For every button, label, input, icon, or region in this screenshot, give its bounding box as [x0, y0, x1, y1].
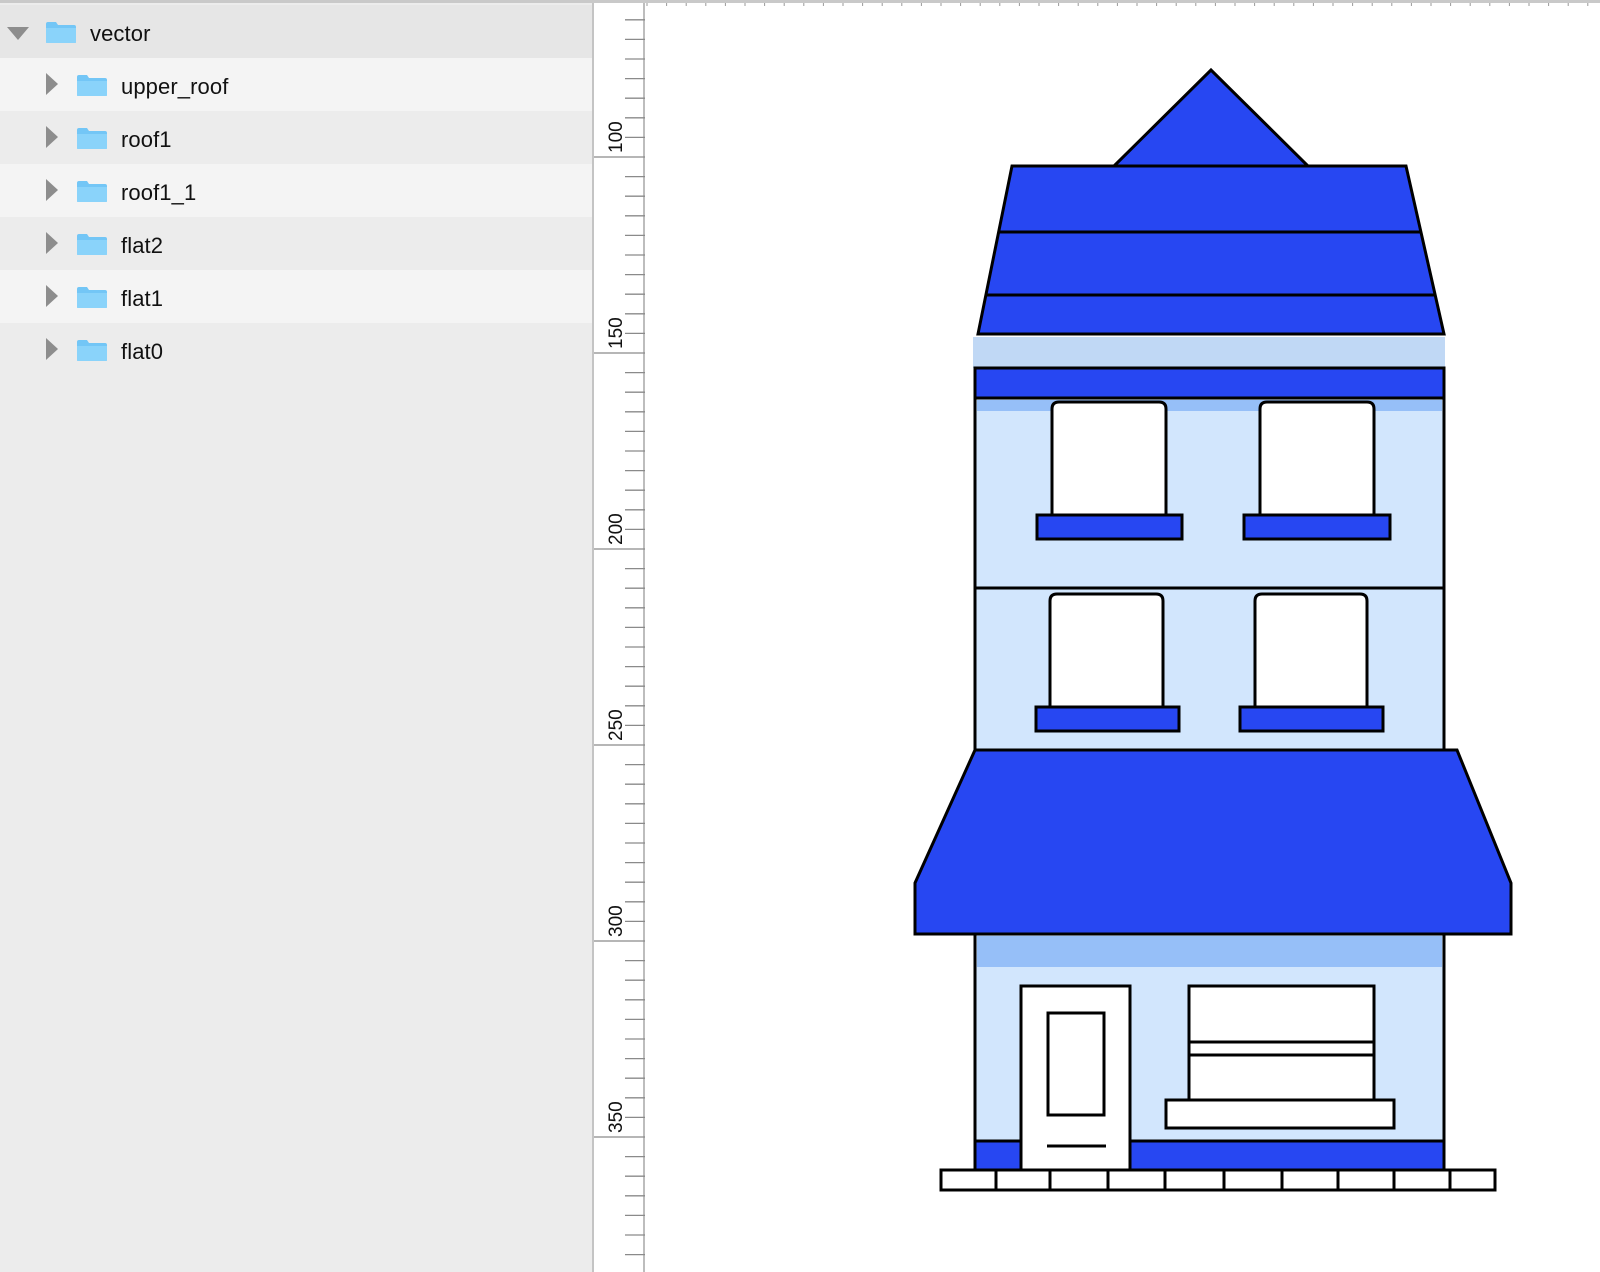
window-sill: [1242, 513, 1392, 541]
layer-row-roof1-1[interactable]: roof1_1: [0, 164, 592, 217]
layers-panel: vector upper_roof roof1 roof1_1 flat2 fl…: [0, 3, 592, 1272]
window: [1048, 592, 1165, 707]
layer-row-flat1[interactable]: flat1: [0, 270, 592, 323]
layer-label: roof1: [121, 127, 172, 152]
layer-label: flat1: [121, 286, 164, 311]
layer-label: roof1_1: [121, 180, 197, 205]
shop-window-ledge: [1164, 1098, 1396, 1130]
disclosure-expanded-icon[interactable]: [7, 27, 29, 40]
ruler-ticks: 100 150 200 250 300 350: [594, 19, 645, 1256]
folder-icon: [77, 287, 107, 308]
house-illustration[interactable]: [645, 3, 1600, 1272]
ruler-label: 350: [606, 1101, 627, 1133]
artboard-canvas[interactable]: [645, 3, 1600, 1272]
ruler-label: 300: [606, 905, 627, 937]
ruler-label: 200: [606, 513, 627, 545]
disclosure-collapsed-icon[interactable]: [46, 232, 58, 254]
roof1-shape: [976, 164, 1446, 336]
layer-row-flat2[interactable]: flat2: [0, 217, 592, 270]
window: [1258, 400, 1376, 515]
layer-row-vector[interactable]: vector: [0, 5, 592, 58]
flat0-shade-band: [977, 936, 1442, 967]
disclosure-collapsed-icon[interactable]: [46, 73, 58, 95]
awning-shape: [913, 748, 1513, 936]
window-sill: [1035, 513, 1184, 541]
folder-icon: [77, 181, 107, 202]
layer-label: flat0: [121, 339, 164, 364]
sidewalk: [939, 1168, 1497, 1192]
door-panel: [1046, 1011, 1106, 1117]
ruler-label: 150: [606, 317, 627, 349]
ruler-label: 100: [606, 121, 627, 153]
layer-label: vector: [90, 21, 151, 46]
layer-label: flat2: [121, 233, 164, 258]
flat2-top-band: [973, 366, 1446, 400]
roof-trim-band: [973, 337, 1445, 368]
disclosure-collapsed-icon[interactable]: [46, 285, 58, 307]
window-sill: [1034, 705, 1181, 733]
ruler-label: 250: [606, 709, 627, 741]
vertical-ruler[interactable]: 100 150 200 250 300 350: [592, 3, 645, 1272]
window-sill: [1238, 705, 1385, 733]
folder-icon: [46, 22, 76, 43]
disclosure-collapsed-icon[interactable]: [46, 126, 58, 148]
folder-icon: [77, 234, 107, 255]
disclosure-collapsed-icon[interactable]: [46, 179, 58, 201]
folder-icon: [77, 75, 107, 96]
disclosure-collapsed-icon[interactable]: [46, 338, 58, 360]
window: [1050, 400, 1168, 515]
layer-label: upper_roof: [121, 74, 229, 99]
layer-row-roof1[interactable]: roof1: [0, 111, 592, 164]
window: [1253, 592, 1369, 707]
layer-row-upper-roof[interactable]: upper_roof: [0, 58, 592, 111]
folder-icon: [77, 128, 107, 149]
folder-icon: [77, 340, 107, 361]
layer-row-flat0[interactable]: flat0: [0, 323, 592, 376]
upper-roof-shape: [1108, 67, 1314, 170]
